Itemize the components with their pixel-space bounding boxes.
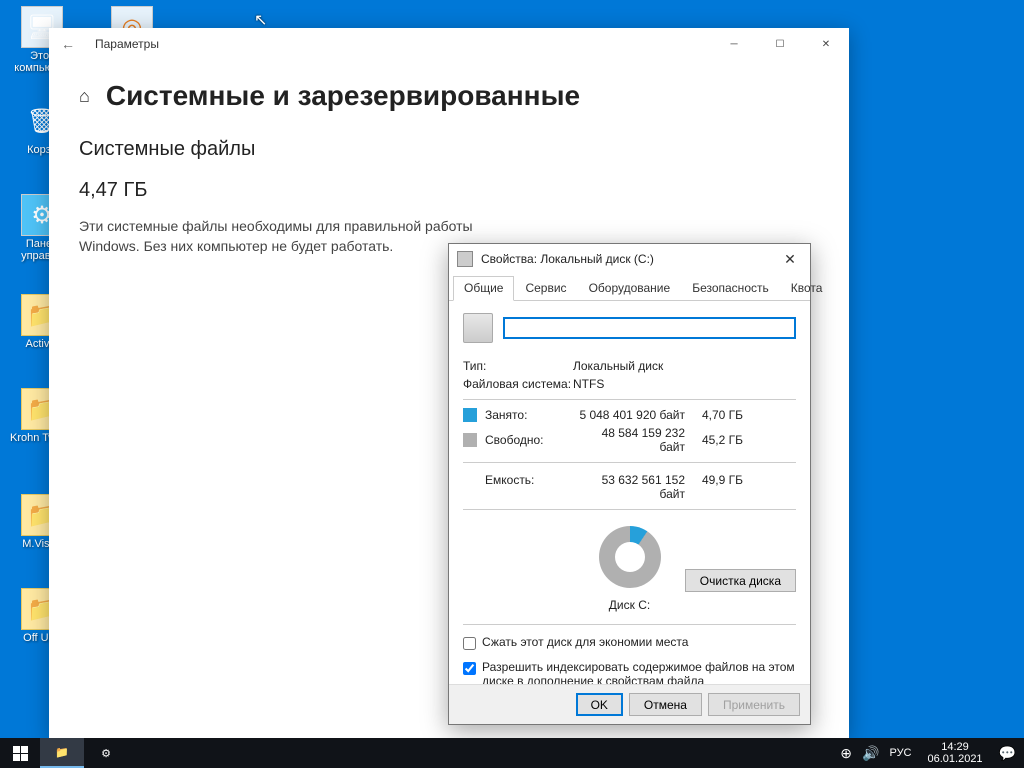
page-title: Системные и зарезервированные [106,80,580,112]
used-gb: 4,70 ГБ [695,408,743,422]
clock-date: 06.01.2021 [928,753,983,765]
free-swatch [463,433,477,447]
compress-label: Сжать этот диск для экономии места [482,635,688,649]
fs-label: Файловая система: [463,377,573,391]
start-button[interactable] [0,738,40,768]
maximize-button[interactable]: ☐ [757,29,803,59]
system-files-size: 4,47 ГБ [79,179,819,202]
taskbar: 📁 ⚙ ⊕ 🔊 РУС 14:29 06.01.2021 💬 [0,738,1024,768]
compress-checkbox[interactable] [463,637,476,650]
used-bytes: 5 048 401 920 байт [573,408,695,422]
index-checkbox[interactable] [463,662,476,675]
cancel-button[interactable]: Отмена [629,693,702,716]
capacity-label: Емкость: [463,473,573,501]
folder-icon: 📁 [55,746,69,759]
tab-quota[interactable]: Квота [780,276,834,300]
clock[interactable]: 14:29 06.01.2021 [922,739,989,767]
tab-strip: Общие Сервис Оборудование Безопасность К… [449,274,810,301]
disk-usage-chart [599,526,661,588]
disk-properties-dialog: Свойства: Локальный диск (C:) ✕ Общие Се… [448,243,811,725]
action-center-icon[interactable]: 💬 [999,745,1016,762]
home-icon[interactable]: ⌂ [79,86,90,107]
type-label: Тип: [463,359,573,373]
tab-hardware[interactable]: Оборудование [578,276,682,300]
windows-logo-icon [13,746,28,761]
gear-icon: ⚙ [101,747,111,760]
volume-name-input[interactable] [503,317,796,339]
used-swatch [463,408,477,422]
system-files-description: Эти системные файлы необходимы для прави… [79,216,499,256]
back-button[interactable]: ← [61,36,89,52]
clock-time: 14:29 [928,741,983,753]
volume-icon[interactable]: 🔊 [862,745,879,762]
free-gb: 45,2 ГБ [695,433,743,447]
settings-titlebar[interactable]: ← Параметры ─ ☐ ✕ [49,28,849,60]
type-value: Локальный диск [573,359,663,373]
disk-glyph-icon [463,313,493,343]
taskbar-explorer[interactable]: 📁 [40,738,84,768]
settings-window-title: Параметры [89,37,711,51]
capacity-bytes: 53 632 561 152 байт [573,473,695,501]
network-icon[interactable]: ⊕ [840,745,852,762]
drive-icon [457,251,473,267]
section-title: Системные файлы [79,138,819,161]
free-label: Свободно: [485,433,573,447]
minimize-button[interactable]: ─ [711,29,757,59]
tab-general[interactable]: Общие [453,276,514,301]
used-label: Занято: [485,408,573,422]
apply-button[interactable]: Применить [708,693,800,716]
tab-security[interactable]: Безопасность [681,276,780,300]
ok-button[interactable]: OK [576,693,623,716]
dialog-close-button[interactable]: ✕ [778,247,802,271]
capacity-gb: 49,9 ГБ [695,473,743,501]
free-bytes: 48 584 159 232 байт [573,426,695,454]
fs-value: NTFS [573,377,604,391]
dialog-titlebar[interactable]: Свойства: Локальный диск (C:) ✕ [449,244,810,274]
tab-service[interactable]: Сервис [514,276,577,300]
taskbar-settings[interactable]: ⚙ [84,738,128,768]
disk-chart-label: Диск C: [463,598,796,612]
disk-cleanup-button[interactable]: Очистка диска [685,569,796,592]
dialog-title: Свойства: Локальный диск (C:) [481,252,778,266]
language-indicator[interactable]: РУС [889,747,911,759]
close-button[interactable]: ✕ [803,29,849,59]
